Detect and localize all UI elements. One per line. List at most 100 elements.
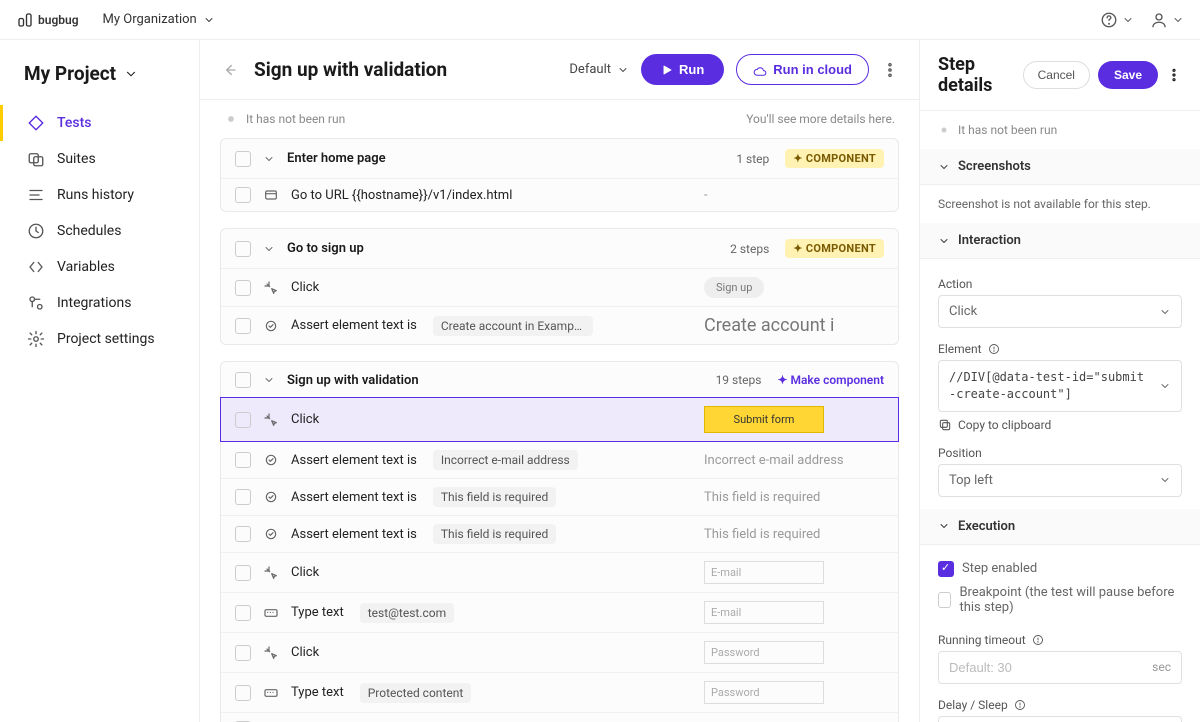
bugbug-logo-icon xyxy=(16,11,34,29)
schedule-icon xyxy=(27,222,45,240)
step-enabled-checkbox[interactable] xyxy=(938,561,954,577)
step-enabled-label: Step enabled xyxy=(962,561,1037,576)
step-row[interactable]: Go to URL {{hostname}}/v1/index.html - xyxy=(221,178,898,211)
step-label: Type text xyxy=(291,605,344,620)
help-icon xyxy=(1100,11,1118,29)
copy-label: Copy to clipboard xyxy=(958,418,1051,432)
step-checkbox[interactable] xyxy=(235,685,251,701)
step-preview: Submit form xyxy=(704,406,824,433)
step-row[interactable]: Assert element text is Create account in… xyxy=(221,306,898,344)
help-icon[interactable] xyxy=(988,343,1000,355)
step-preview: Password xyxy=(704,641,824,664)
step-row[interactable]: Click Submit form xyxy=(220,397,899,442)
step-checkbox[interactable] xyxy=(235,318,251,334)
back-button[interactable] xyxy=(220,61,238,79)
project-dropdown[interactable]: My Project xyxy=(0,56,199,105)
step-row[interactable]: Click Sign up xyxy=(221,268,898,306)
sidebar-item-tests[interactable]: Tests xyxy=(0,105,199,141)
copy-to-clipboard-link[interactable]: Copy to clipboard xyxy=(938,418,1182,432)
help-menu[interactable] xyxy=(1100,11,1134,29)
sidebar-item-label: Integrations xyxy=(57,295,131,311)
execution-section-header[interactable]: Execution xyxy=(920,509,1200,545)
sidebar-item-integrations[interactable]: Integrations xyxy=(0,285,199,321)
action-label: Action xyxy=(938,277,1182,291)
sidebar-item-settings[interactable]: Project settings xyxy=(0,321,199,357)
group-checkbox[interactable] xyxy=(235,151,251,167)
breakpoint-checkbox[interactable] xyxy=(938,592,951,608)
action-select[interactable]: Click xyxy=(938,295,1182,328)
brand-logo: bugbug xyxy=(16,11,79,29)
step-checkbox[interactable] xyxy=(235,412,251,428)
step-label: Go to URL {{hostname}}/v1/index.html xyxy=(291,188,512,203)
screenshots-section-header[interactable]: Screenshots xyxy=(920,149,1200,185)
step-row[interactable]: Assert element text is Incorrect e-mail … xyxy=(221,441,898,478)
screenshots-empty: Screenshot is not available for this ste… xyxy=(920,185,1200,223)
more-menu[interactable] xyxy=(1166,67,1182,83)
component-badge: ✦ COMPONENT xyxy=(785,239,884,258)
run-cloud-button[interactable]: Run in cloud xyxy=(736,54,869,85)
chevron-down-icon[interactable] xyxy=(263,153,275,165)
step-tag: Create account in Example … xyxy=(433,316,593,336)
chevron-down-icon xyxy=(617,64,629,76)
step-checkbox[interactable] xyxy=(235,489,251,505)
more-menu[interactable] xyxy=(881,61,899,79)
chevron-down-icon[interactable] xyxy=(263,374,275,386)
organization-dropdown[interactable]: My Organization xyxy=(103,12,215,27)
step-preview: - xyxy=(704,188,708,203)
step-checkbox[interactable] xyxy=(235,605,251,621)
sidebar-item-runs[interactable]: Runs history xyxy=(0,177,199,213)
goto-icon xyxy=(263,187,279,203)
step-tag: Protected content xyxy=(360,683,472,703)
sidebar-item-variables[interactable]: Variables xyxy=(0,249,199,285)
step-row[interactable]: Assert element text is This field is req… xyxy=(221,515,898,552)
sidebar-item-suites[interactable]: Suites xyxy=(0,141,199,177)
running-timeout-input[interactable] xyxy=(939,652,1142,683)
step-preview: Password xyxy=(704,681,824,704)
cloud-icon xyxy=(753,63,767,77)
user-menu[interactable] xyxy=(1150,11,1184,29)
position-select[interactable]: Top left xyxy=(938,464,1182,497)
step-checkbox[interactable] xyxy=(235,452,251,468)
chevron-down-icon xyxy=(1159,306,1171,318)
step-row[interactable]: Click Password xyxy=(221,632,898,672)
position-value: Top left xyxy=(949,473,993,488)
step-checkbox[interactable] xyxy=(235,565,251,581)
make-component-link[interactable]: ✦ Make component xyxy=(777,373,884,387)
step-checkbox[interactable] xyxy=(235,280,251,296)
sidebar-item-label: Runs history xyxy=(57,187,134,203)
help-icon[interactable] xyxy=(1032,634,1044,646)
breakpoint-label: Breakpoint (the test will pause before t… xyxy=(959,585,1182,615)
step-row[interactable]: Click E-mail xyxy=(221,552,898,592)
step-row[interactable] xyxy=(221,712,898,722)
step-tag: Incorrect e-mail address xyxy=(433,450,578,470)
step-label: Click xyxy=(291,280,319,295)
step-count: 1 step xyxy=(736,152,769,166)
group-name: Enter home page xyxy=(287,151,386,166)
suite-dropdown[interactable]: Default xyxy=(569,62,629,77)
cancel-button[interactable]: Cancel xyxy=(1023,61,1090,89)
element-selector-field[interactable]: //DIV[@data-test-id="submit-create-accou… xyxy=(938,360,1182,412)
assert-icon xyxy=(263,452,279,468)
help-icon[interactable] xyxy=(1014,699,1026,711)
step-checkbox[interactable] xyxy=(235,187,251,203)
sidebar-item-schedules[interactable]: Schedules xyxy=(0,213,199,249)
group-checkbox[interactable] xyxy=(235,241,251,257)
project-title: My Project xyxy=(24,62,116,85)
delay-input[interactable] xyxy=(939,717,1142,722)
chevron-down-icon xyxy=(938,520,950,532)
group-checkbox[interactable] xyxy=(235,372,251,388)
sidebar: My Project Tests Suites Runs history Sch… xyxy=(0,40,200,722)
step-checkbox[interactable] xyxy=(235,526,251,542)
step-checkbox[interactable] xyxy=(235,645,251,661)
step-row[interactable]: Type text test@test.com E-mail xyxy=(221,592,898,632)
delay-label: Delay / Sleep xyxy=(938,698,1008,712)
save-button[interactable]: Save xyxy=(1098,61,1158,89)
step-row[interactable]: Assert element text is This field is req… xyxy=(221,478,898,515)
run-button[interactable]: Run xyxy=(641,54,724,85)
chevron-down-icon[interactable] xyxy=(263,243,275,255)
keyboard-icon xyxy=(263,605,279,621)
step-row[interactable]: Type text Protected content Password xyxy=(221,672,898,712)
chevron-down-icon xyxy=(1159,474,1171,486)
interaction-section-header[interactable]: Interaction xyxy=(920,223,1200,259)
position-label: Position xyxy=(938,446,1182,460)
